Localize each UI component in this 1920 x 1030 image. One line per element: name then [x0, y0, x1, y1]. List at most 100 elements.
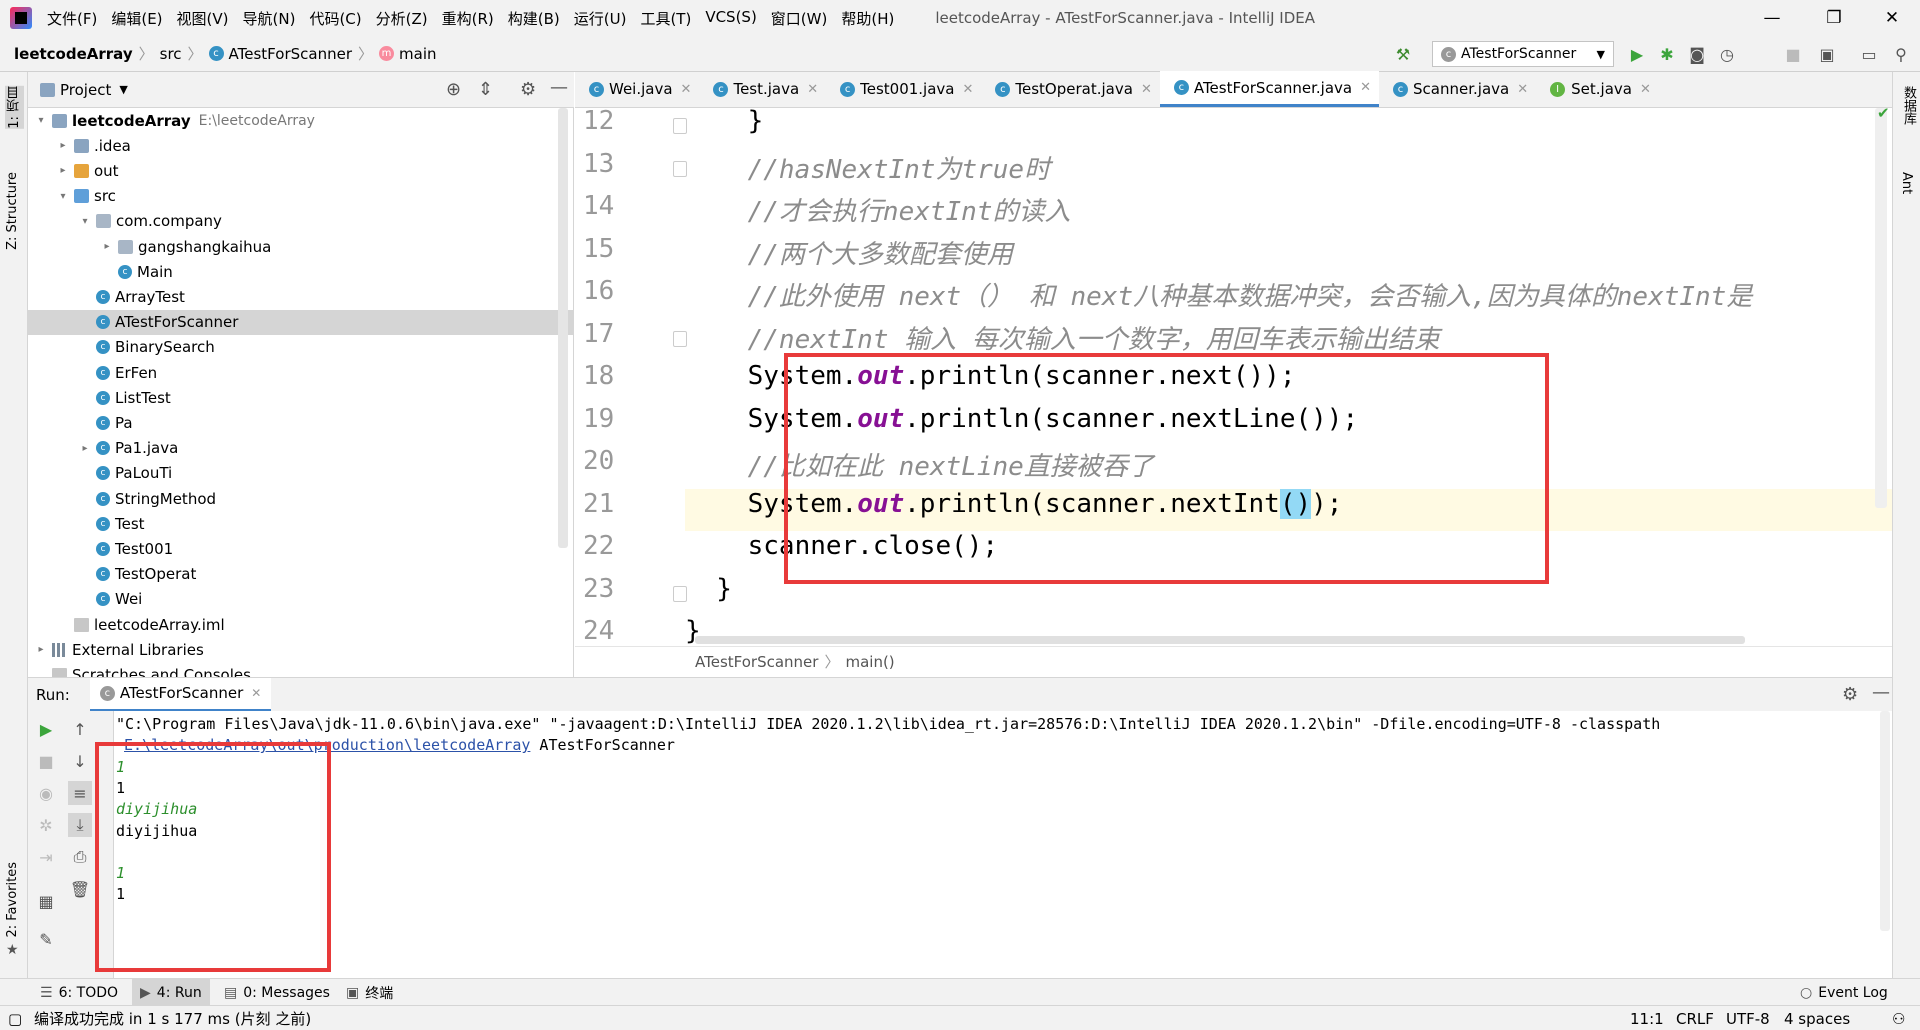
run-tab[interactable]: c ATestForScanner ✕: [89, 677, 272, 712]
print-icon[interactable]: ⎙: [68, 845, 92, 869]
menu-item[interactable]: 分析(Z): [369, 8, 435, 29]
breadcrumb-project[interactable]: leetcodeArray: [14, 45, 133, 63]
project-scrollbar[interactable]: [558, 108, 568, 548]
search-icon[interactable]: ⚲: [1890, 43, 1912, 65]
tree-item[interactable]: ▸ .idea: [28, 133, 573, 158]
tree-item[interactable]: c Pa: [28, 410, 573, 435]
gear-icon[interactable]: ⚙: [1842, 684, 1858, 705]
tree-item[interactable]: ▸ c Pa1.java: [28, 436, 573, 461]
editor-breadcrumb-class[interactable]: ATestForScanner: [695, 653, 818, 671]
tree-item[interactable]: ▾ com.company: [28, 209, 573, 234]
tree-item[interactable]: c PaLouTi: [28, 461, 573, 486]
run-icon[interactable]: ▶: [1626, 43, 1648, 65]
close-icon[interactable]: ✕: [1360, 80, 1371, 95]
run-configuration-select[interactable]: c ATestForScanner ▼: [1432, 41, 1614, 67]
layout-icon[interactable]: ▦: [34, 889, 58, 913]
memory-icon[interactable]: ⚇: [1892, 1006, 1905, 1030]
chevron-icon[interactable]: ▸: [78, 443, 92, 454]
menu-item[interactable]: 窗口(W): [764, 8, 835, 29]
todo-tool-button[interactable]: ☰ 6: TODO: [40, 979, 118, 1006]
tree-item[interactable]: c Wei: [28, 587, 573, 612]
breadcrumb-src[interactable]: src: [160, 45, 182, 63]
hide-icon[interactable]: —: [550, 77, 568, 98]
favorites-tool-button[interactable]: 2: Favorites: [5, 862, 20, 938]
profile-icon[interactable]: ◷: [1716, 43, 1738, 65]
tree-item[interactable]: ▸ gangshangkaihua: [28, 234, 573, 259]
menu-item[interactable]: 导航(N): [236, 8, 303, 29]
tree-item[interactable]: ▾ leetcodeArray E:\leetcodeArray: [28, 108, 573, 133]
structure-tool-button[interactable]: Z: Structure: [5, 172, 20, 250]
chevron-icon[interactable]: ▸: [56, 140, 70, 151]
menu-item[interactable]: 视图(V): [170, 8, 236, 29]
chevron-icon[interactable]: ▾: [56, 191, 70, 202]
database-tool-button[interactable]: 数据库: [1899, 86, 1918, 125]
rerun-icon[interactable]: ▶: [34, 717, 58, 741]
close-icon[interactable]: ✕: [1141, 82, 1152, 97]
project-view-title[interactable]: Project: [60, 81, 111, 99]
tree-item[interactable]: c TestOperat: [28, 562, 573, 587]
debug-icon[interactable]: ✱: [1656, 43, 1678, 65]
menu-item[interactable]: 编辑(E): [104, 8, 169, 29]
maximize-button[interactable]: ❐: [1806, 0, 1862, 36]
tree-item[interactable]: c StringMethod: [28, 486, 573, 511]
close-icon[interactable]: ✕: [251, 686, 261, 700]
menu-item[interactable]: 工具(T): [633, 8, 698, 29]
close-icon[interactable]: ✕: [681, 82, 692, 97]
project-structure-icon[interactable]: ▣: [1816, 43, 1838, 65]
gear-icon[interactable]: ⚙: [520, 79, 536, 100]
line-separator[interactable]: CRLF: [1676, 1006, 1714, 1030]
stop-icon[interactable]: ■: [34, 749, 58, 773]
editor-tab[interactable]: c Test.java ✕: [699, 71, 826, 107]
editor-scrollbar[interactable]: [1875, 108, 1887, 508]
editor-breadcrumb-method[interactable]: main(): [845, 653, 894, 671]
stop-icon[interactable]: ■: [1782, 43, 1804, 65]
menu-item[interactable]: 文件(F): [40, 8, 104, 29]
editor-tab[interactable]: c TestOperat.java ✕: [981, 71, 1159, 107]
tree-item[interactable]: ▸ External Libraries: [28, 637, 573, 662]
close-icon[interactable]: ✕: [962, 82, 973, 97]
menu-item[interactable]: 帮助(H): [834, 8, 901, 29]
file-encoding[interactable]: UTF-8: [1726, 1006, 1770, 1030]
editor-tab[interactable]: c Scanner.java ✕: [1379, 71, 1536, 107]
chevron-icon[interactable]: ▾: [78, 216, 92, 227]
layout-icon[interactable]: ▭: [1858, 43, 1880, 65]
hide-icon[interactable]: —: [1872, 682, 1890, 703]
indent-setting[interactable]: 4 spaces: [1784, 1006, 1850, 1030]
editor-tab[interactable]: I Set.java ✕: [1536, 71, 1659, 107]
tree-item[interactable]: c Test: [28, 511, 573, 536]
tree-item[interactable]: ▸ out: [28, 158, 573, 183]
locate-icon[interactable]: ⊕: [446, 79, 461, 100]
menu-item[interactable]: 重构(R): [435, 8, 501, 29]
editor-tab[interactable]: c ATestForScanner.java ✕: [1159, 71, 1380, 107]
chevron-down-icon[interactable]: ▼: [119, 83, 127, 96]
status-toggle-icon[interactable]: ▢: [8, 1006, 22, 1030]
editor-horizontal-scrollbar[interactable]: [695, 636, 1745, 644]
tree-item[interactable]: c ListTest: [28, 385, 573, 410]
menu-item[interactable]: 运行(U): [567, 8, 634, 29]
menu-item[interactable]: 代码(C): [302, 8, 368, 29]
run-console[interactable]: "C:\Program Files\Java\jdk-11.0.6\bin\ja…: [114, 711, 1892, 978]
editor-tab[interactable]: c Test001.java ✕: [826, 71, 981, 107]
terminal-tool-button[interactable]: ▣ 终端: [346, 979, 393, 1006]
caret-position[interactable]: 11:1: [1630, 1006, 1664, 1030]
minimize-button[interactable]: —: [1744, 0, 1800, 36]
breadcrumb-class[interactable]: c ATestForScanner: [208, 45, 352, 63]
chevron-icon[interactable]: ▸: [34, 644, 48, 655]
breadcrumb-method[interactable]: m main: [379, 45, 437, 63]
chevron-icon[interactable]: ▸: [56, 165, 70, 176]
exit-icon[interactable]: ⇥: [34, 845, 58, 869]
chevron-icon[interactable]: ▾: [34, 115, 48, 126]
tree-item[interactable]: ▾ src: [28, 184, 573, 209]
menu-item[interactable]: 构建(B): [501, 8, 567, 29]
camera-icon[interactable]: ◉: [34, 781, 58, 805]
settings-icon[interactable]: ✲: [34, 813, 58, 837]
build-hammer-icon[interactable]: ⚒: [1392, 43, 1414, 65]
ant-tool-button[interactable]: Ant: [1899, 172, 1914, 194]
event-log-button[interactable]: ○ Event Log: [1800, 979, 1888, 1006]
messages-tool-button[interactable]: ▤ 0: Messages: [224, 979, 330, 1006]
close-icon[interactable]: ✕: [1640, 82, 1651, 97]
trash-icon[interactable]: 🗑: [68, 877, 92, 901]
tree-item[interactable]: c ErFen: [28, 360, 573, 385]
chevron-icon[interactable]: ▸: [100, 241, 114, 252]
tree-item[interactable]: c Main: [28, 259, 573, 284]
